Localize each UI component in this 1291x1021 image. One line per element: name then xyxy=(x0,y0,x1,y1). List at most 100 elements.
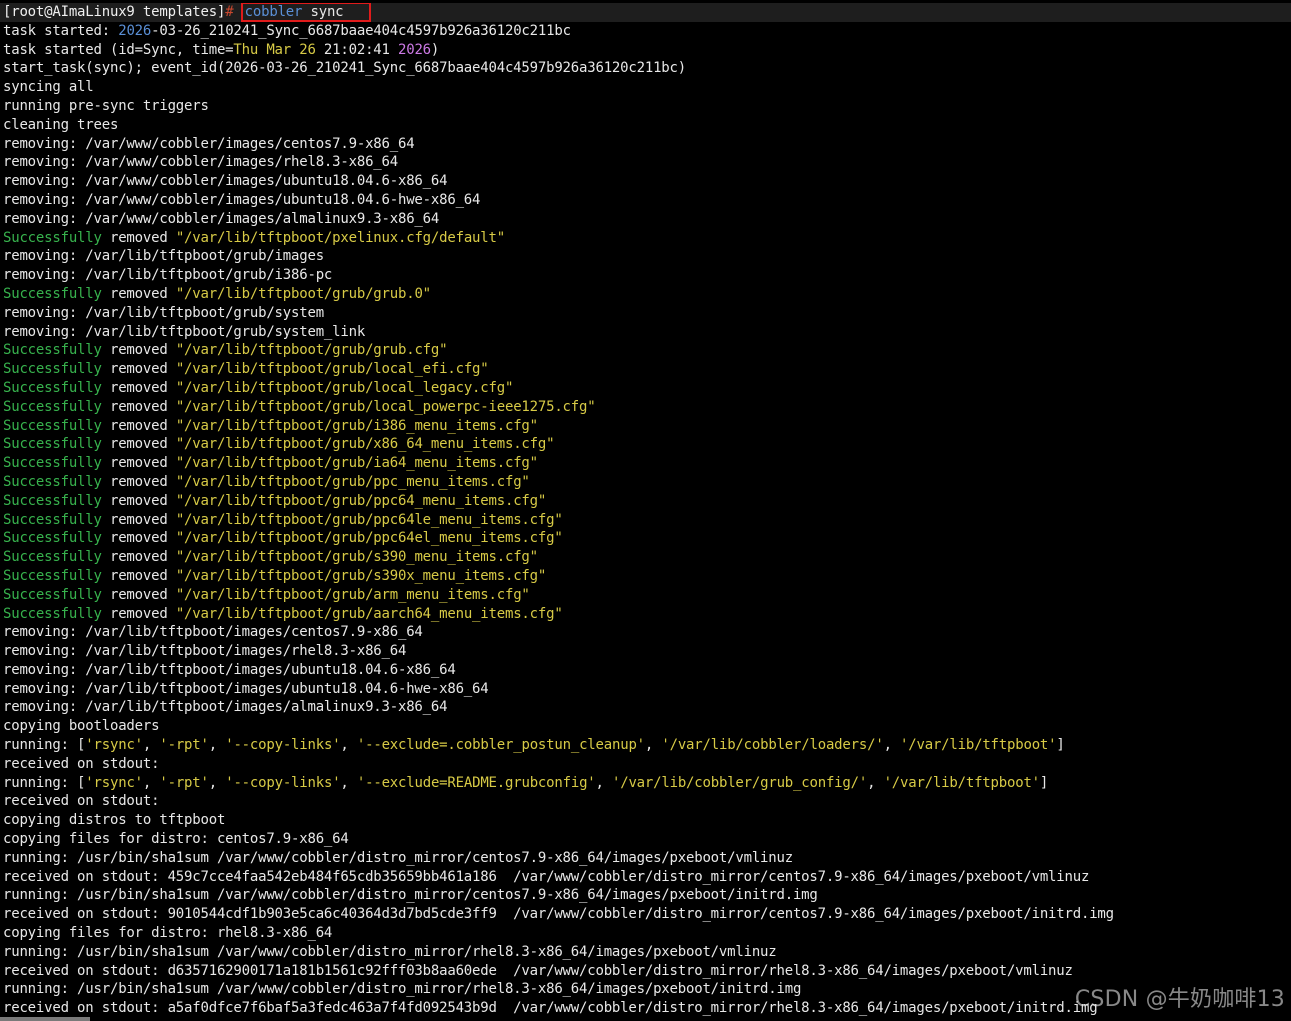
output-segment: removed xyxy=(101,549,176,566)
output-segment: removed xyxy=(101,342,176,359)
output-line: Successfully removed "/var/lib/tftpboot/… xyxy=(3,398,1291,417)
output-segment: 2026 xyxy=(118,22,152,39)
output-segment: , xyxy=(595,774,612,791)
output-line: removing: /var/www/cobbler/images/ubuntu… xyxy=(3,172,1291,191)
output-segment: '/var/lib/cobbler/grub_config/' xyxy=(612,774,868,791)
output-segment: Successfully xyxy=(3,361,102,378)
horizontal-scrollbar-thumb[interactable] xyxy=(0,1017,90,1021)
terminal-output[interactable]: [root@AImaLinux9 templates]# cobbler syn… xyxy=(0,3,1291,1018)
output-line: Successfully removed "/var/lib/tftpboot/… xyxy=(3,492,1291,511)
output-line: running: ['rsync', '-rpt', '--copy-links… xyxy=(3,736,1291,755)
output-segment: removed xyxy=(101,586,176,603)
output-line: received on stdout: d6357162900171a181b1… xyxy=(3,962,1291,981)
output-segment: removing: /var/lib/tftpboot/images/ubunt… xyxy=(3,680,489,697)
output-segment: removed xyxy=(101,492,176,509)
output-segment: '--exclude=README.grubconfig' xyxy=(356,774,596,791)
output-segment: removing: /var/lib/tftpboot/images/almal… xyxy=(3,699,448,716)
output-segment: "/var/lib/tftpboot/grub/aarch64_menu_ite… xyxy=(175,605,563,622)
output-segment: , xyxy=(208,737,226,754)
output-segment: Successfully xyxy=(3,492,102,509)
output-line: syncing all xyxy=(3,78,1291,97)
output-segment: 21:02:41 xyxy=(315,41,398,58)
command-text: cobbler xyxy=(244,4,303,20)
output-segment: "/var/lib/tftpboot/grub/s390x_menu_items… xyxy=(175,567,547,584)
output-segment: Successfully xyxy=(3,530,102,547)
watermark-text: CSDN @牛奶咖啡13 xyxy=(1074,987,1285,1012)
output-line: Successfully removed "/var/lib/tftpboot/… xyxy=(3,379,1291,398)
output-segment: copying bootloaders xyxy=(3,718,160,735)
output-line: copying distros to tftpboot xyxy=(3,811,1291,830)
output-segment: running: /usr/bin/sha1sum /var/www/cobbl… xyxy=(3,887,818,904)
output-segment: Successfully xyxy=(3,511,102,528)
output-line: received on stdout: xyxy=(3,792,1291,811)
output-line: removing: /var/lib/tftpboot/grub/system xyxy=(3,304,1291,323)
output-segment: received on stdout: xyxy=(3,793,160,810)
output-segment: removing: /var/lib/tftpboot/images/rhel8… xyxy=(3,643,407,660)
output-segment: Successfully xyxy=(3,586,102,603)
output-segment: "/var/lib/tftpboot/grub/local_powerpc-ie… xyxy=(175,398,596,415)
output-line: removing: /var/lib/tftpboot/grub/images xyxy=(3,247,1291,266)
output-segment: ] xyxy=(1056,737,1065,754)
output-line: running: /usr/bin/sha1sum /var/www/cobbl… xyxy=(3,943,1291,962)
output-segment: 2026 xyxy=(398,41,431,58)
output-line: task started (id=Sync, time=Thu Mar 26 2… xyxy=(3,41,1291,60)
output-segment: Successfully xyxy=(3,436,102,453)
output-line: cleaning trees xyxy=(3,116,1291,135)
output-segment: Successfully xyxy=(3,379,102,396)
output-line: copying files for distro: rhel8.3-x86_64 xyxy=(3,924,1291,943)
output-line: Successfully removed "/var/lib/tftpboot/… xyxy=(3,341,1291,360)
output-segment: '/var/lib/tftpboot' xyxy=(900,737,1057,754)
output-line: removing: /var/lib/tftpboot/images/rhel8… xyxy=(3,642,1291,661)
output-segment: removing: /var/www/cobbler/images/almali… xyxy=(3,210,440,227)
output-segment: removed xyxy=(101,455,176,472)
output-line: received on stdout: xyxy=(3,755,1291,774)
output-segment: , xyxy=(208,774,226,791)
output-line: removing: /var/lib/tftpboot/images/almal… xyxy=(3,698,1291,717)
output-segment: removed xyxy=(101,285,176,302)
prompt-line: [root@AImaLinux9 templates]# cobbler syn… xyxy=(0,3,1291,22)
output-line: removing: /var/www/cobbler/images/ubuntu… xyxy=(3,191,1291,210)
output-line: start_task(sync); event_id(2026-03-26_21… xyxy=(3,59,1291,78)
output-segment: , xyxy=(340,737,357,754)
output-line: Successfully removed "/var/lib/tftpboot/… xyxy=(3,285,1291,304)
output-segment: task started (id=Sync, time= xyxy=(3,41,234,58)
output-segment: "/var/lib/tftpboot/grub/local_legacy.cfg… xyxy=(175,379,514,396)
output-segment: copying files for distro: centos7.9-x86_… xyxy=(3,831,349,848)
output-segment: "/var/lib/tftpboot/grub/ppc64el_menu_ite… xyxy=(175,530,563,547)
output-segment: received on stdout: xyxy=(3,755,160,772)
output-line: removing: /var/lib/tftpboot/images/ubunt… xyxy=(3,680,1291,699)
output-line: copying bootloaders xyxy=(3,717,1291,736)
output-segment: "/var/lib/tftpboot/grub/ppc64le_menu_ite… xyxy=(175,511,563,528)
output-segment: Successfully xyxy=(3,417,102,434)
command-text: sync xyxy=(302,4,344,20)
output-segment: 'rsync' xyxy=(85,737,143,754)
output-line: removing: /var/lib/tftpboot/grub/i386-pc xyxy=(3,266,1291,285)
output-segment: "/var/lib/tftpboot/grub/arm_menu_items.c… xyxy=(175,586,530,603)
output-segment: running: /usr/bin/sha1sum /var/www/cobbl… xyxy=(3,981,802,998)
output-segment: Thu Mar 26 xyxy=(233,41,316,58)
output-segment: removing: /var/www/cobbler/images/ubuntu… xyxy=(3,173,448,190)
output-segment: removed xyxy=(101,417,176,434)
output-line: removing: /var/lib/tftpboot/images/ubunt… xyxy=(3,661,1291,680)
output-segment: '-rpt' xyxy=(159,774,209,791)
output-segment: received on stdout: a5af0dfce7f6baf5a3fe… xyxy=(3,1000,1098,1017)
output-segment: Successfully xyxy=(3,605,102,622)
output-segment: running: [ xyxy=(3,774,86,791)
output-segment: , xyxy=(142,774,160,791)
terminal-window[interactable]: [root@AImaLinux9 templates]# cobbler syn… xyxy=(0,0,1291,1021)
output-segment: '--exclude=.cobbler_postun_cleanup' xyxy=(356,737,645,754)
output-line: Successfully removed "/var/lib/tftpboot/… xyxy=(3,417,1291,436)
output-segment: removing: /var/lib/tftpboot/images/ubunt… xyxy=(3,661,456,678)
output-line: removing: /var/lib/tftpboot/grub/system_… xyxy=(3,323,1291,342)
output-segment: removed xyxy=(101,436,176,453)
output-line: Successfully removed "/var/lib/tftpboot/… xyxy=(3,473,1291,492)
output-segment: : xyxy=(101,22,119,39)
output-segment: "/var/lib/tftpboot/pxelinux.cfg/default" xyxy=(175,229,505,246)
output-segment: removed xyxy=(101,361,176,378)
output-segment: removed xyxy=(101,511,176,528)
output-segment: removing: /var/lib/tftpboot/grub/i386-pc xyxy=(3,267,333,284)
output-segment: running: [ xyxy=(3,737,86,754)
output-segment: ) xyxy=(430,41,440,58)
output-segment: '-rpt' xyxy=(159,737,209,754)
output-segment: removing: /var/lib/tftpboot/grub/system_… xyxy=(3,323,366,340)
